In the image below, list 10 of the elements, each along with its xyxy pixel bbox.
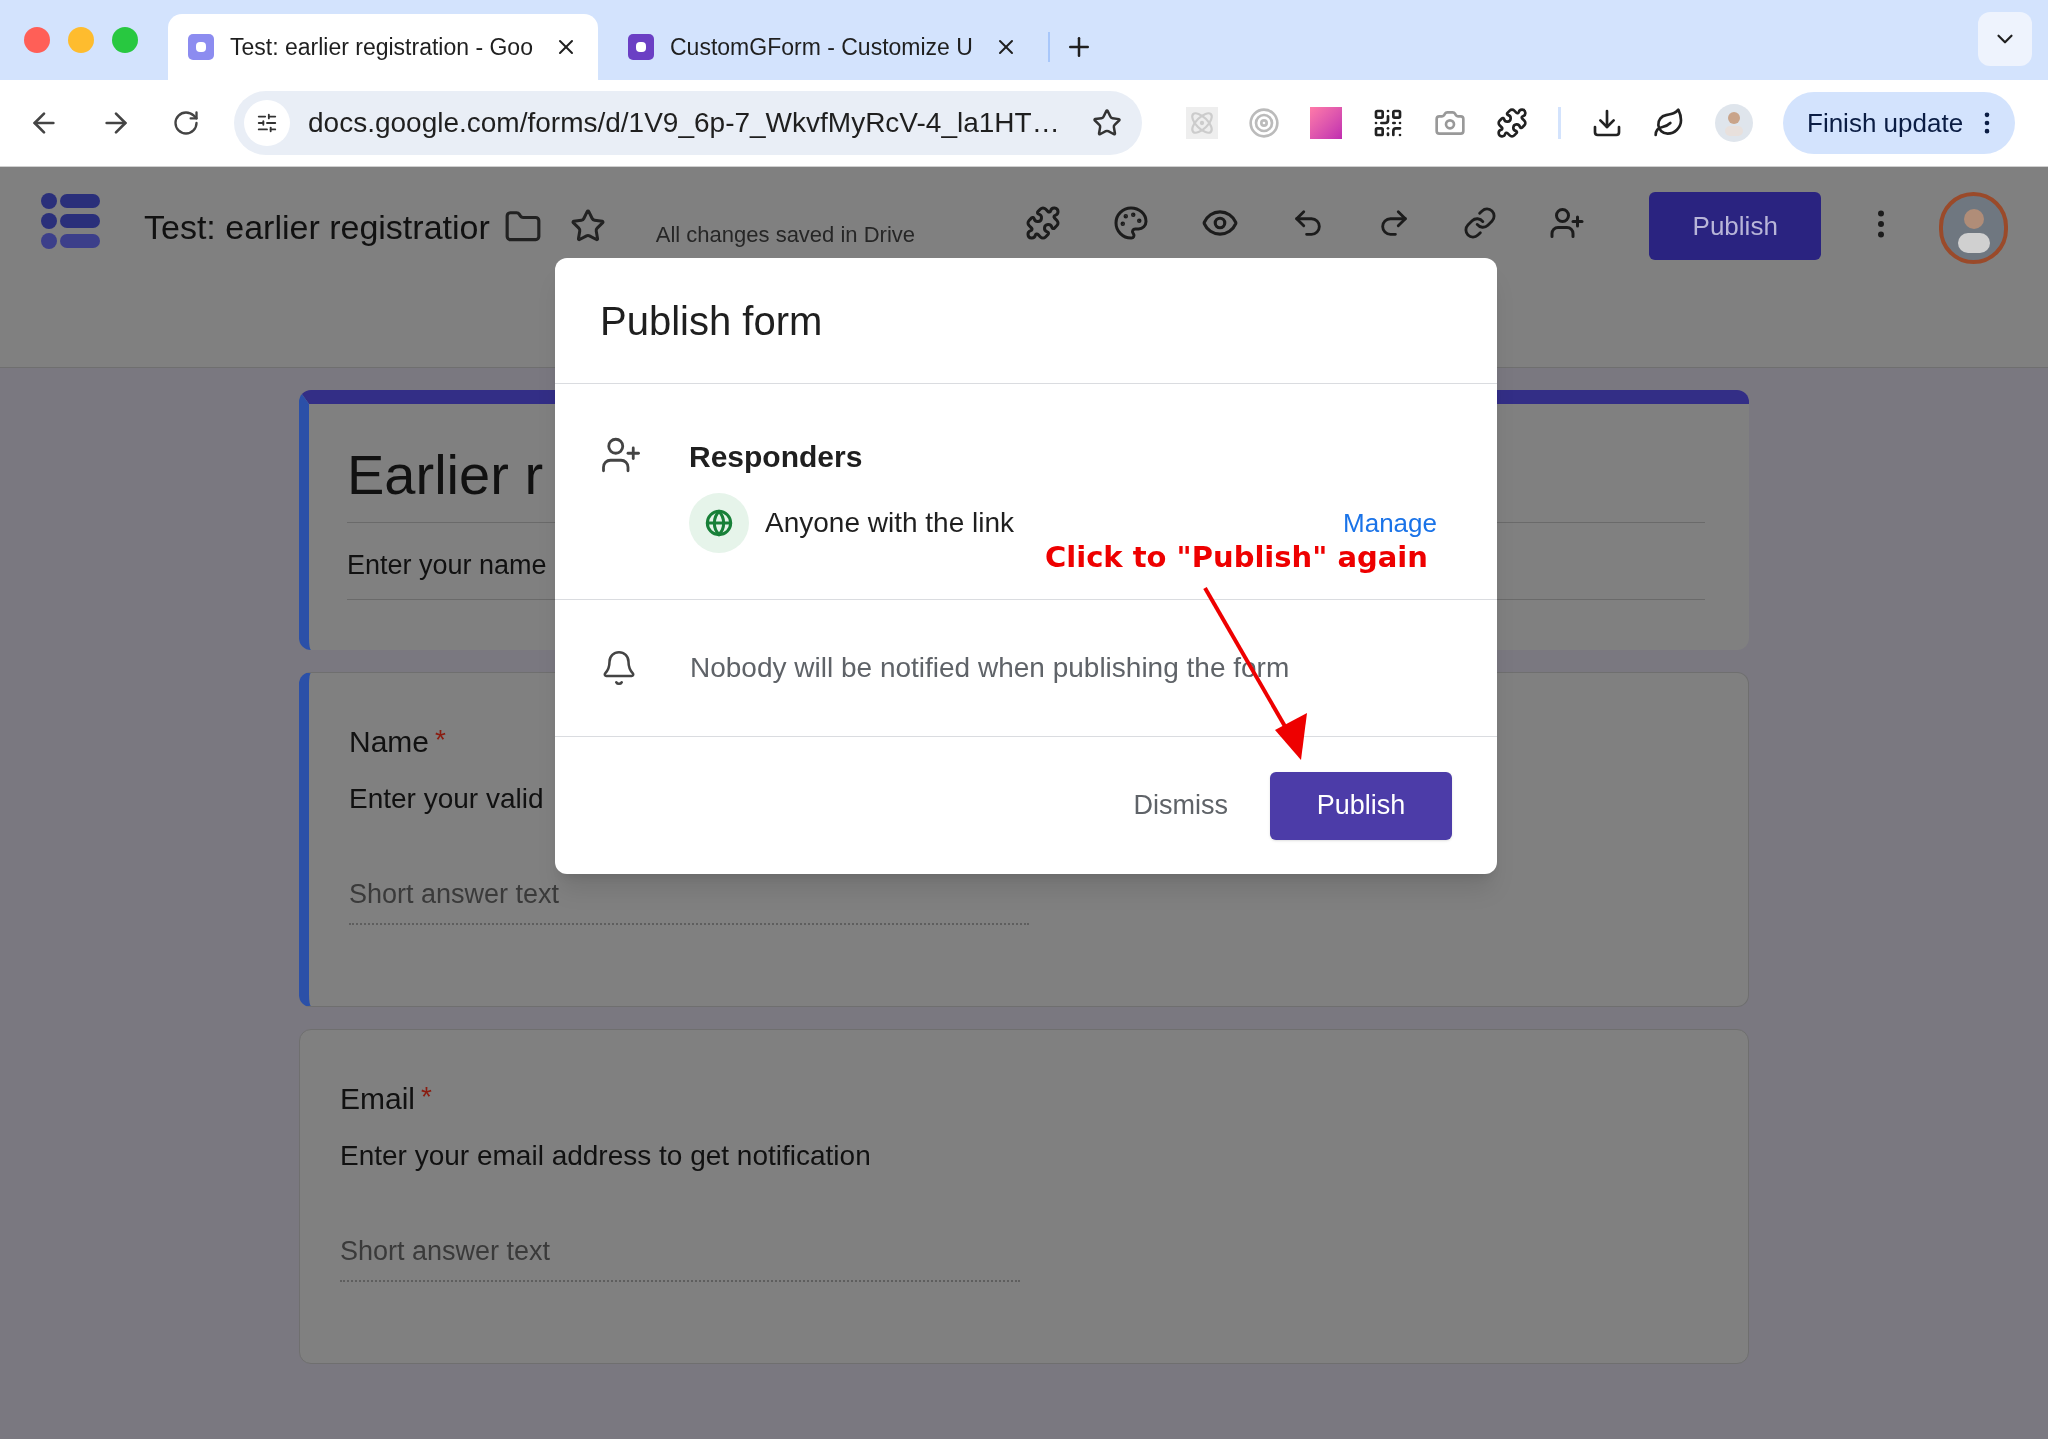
dialog-title: Publish form [600,297,823,345]
tab-title: CustomGForm - Customize U [670,32,974,62]
url-text: docs.google.com/forms/d/1V9_6p-7_WkvfMyRcV-4_la1HT… [308,106,1061,140]
save-status: All changes saved in Drive [655,221,916,249]
annotation-text: Click to "Publish" again [1045,539,1428,576]
required-mark: * [421,1080,432,1114]
tab-title: Test: earlier registration - Goo [230,32,534,62]
required-mark: * [435,723,446,757]
access-label: Anyone with the link [765,506,1015,540]
responders-heading: Responders [689,439,864,475]
